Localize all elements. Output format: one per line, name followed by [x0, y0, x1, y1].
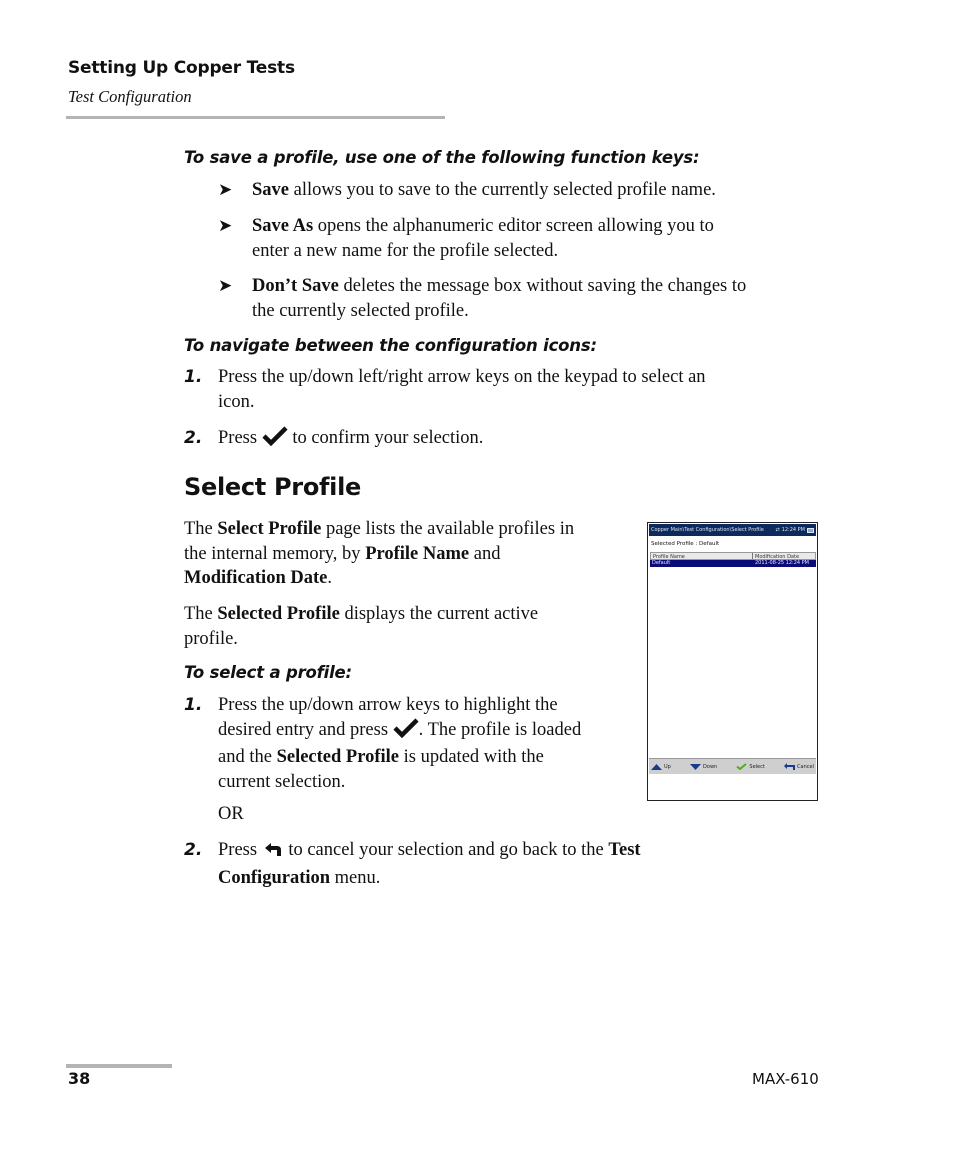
header-divider [66, 116, 445, 119]
back-arrow-icon [262, 840, 284, 866]
step-text: Press [218, 428, 262, 448]
battery-icon [807, 527, 814, 533]
checkmark-icon [736, 763, 748, 770]
bullet-desc: allows you to save to the currently sele… [289, 180, 716, 200]
down-arrow-icon [690, 763, 702, 770]
cancel-key[interactable]: Cancel [784, 763, 814, 770]
up-key[interactable]: Up [651, 763, 671, 770]
bullet-desc-cont: enter a new name for the profile selecte… [252, 240, 559, 261]
checkmark-icon [393, 717, 419, 746]
text: The [184, 604, 218, 624]
text: profile. [184, 628, 238, 649]
select-step-2: Press to cancel your selection and go ba… [218, 838, 738, 890]
key-label: Up [664, 763, 671, 770]
device-clock: 12:24 PM [781, 527, 805, 533]
back-arrow-icon [784, 763, 796, 770]
navigate-step-2: Press to confirm your selection. [218, 426, 483, 454]
bullet-desc: deletes the message box without saving t… [338, 276, 747, 296]
up-arrow-icon [651, 763, 662, 770]
device-table-header: Profile Name Modification Date [650, 552, 816, 560]
step-number: 1. [184, 695, 203, 715]
term: Selected Profile [217, 604, 340, 624]
step-text: Press the up/down left/right arrow keys … [218, 367, 706, 387]
select-procedure-heading: To select a profile: [184, 663, 352, 682]
step-text: Press [218, 840, 262, 860]
selected-profile-paragraph: The Selected Profile displays the curren… [184, 602, 634, 651]
key-label: Select [749, 763, 765, 770]
product-name: MAX-610 [752, 1070, 819, 1088]
table-row[interactable]: Default 2011-08-25 12:24 PM [650, 560, 816, 567]
device-function-key-bar: Up Down Select Cancel [649, 758, 816, 774]
step-text: and the [218, 747, 277, 767]
chapter-title: Setting Up Copper Tests [68, 58, 295, 78]
bullet-save-as: Save As opens the alphanumeric editor sc… [252, 214, 827, 263]
navigate-heading: To navigate between the configuration ic… [184, 336, 597, 355]
intro-paragraph: The Select Profile page lists the availa… [184, 517, 634, 591]
term: Profile Name [365, 543, 470, 564]
text: The [184, 519, 218, 539]
text: . [327, 568, 332, 588]
text: the internal memory, by [184, 543, 366, 564]
device-status-area: ⇄ 12:24 PM [775, 524, 814, 536]
page-number: 38 [68, 1069, 91, 1088]
save-profile-heading: To save a profile, use one of the follow… [184, 148, 700, 167]
step-text: desired entry and press [218, 719, 393, 740]
footer-divider [66, 1064, 172, 1068]
key-label: Down [703, 763, 718, 770]
term: Modification Date [184, 568, 328, 588]
step-text: to cancel your selection and go back to … [283, 840, 609, 860]
step-text: current selection. [218, 771, 346, 792]
bullet-dont-save: Don’t Save deletes the message box witho… [252, 274, 827, 323]
modification-date-cell: 2011-08-25 12:24 PM [755, 560, 809, 566]
column-header-profile-name[interactable]: Profile Name [651, 553, 753, 560]
step-number: 2. [184, 840, 203, 860]
term: Select Profile [217, 519, 322, 539]
step-text: is updated with the [399, 747, 544, 767]
select-step-1: Press the up/down arrow keys to highligh… [218, 693, 638, 794]
device-title-bar: Copper Main\Test Configuration\Select Pr… [649, 524, 816, 536]
section-heading: Select Profile [184, 473, 362, 501]
step-text: to confirm your selection. [287, 428, 484, 448]
step-text: Press the up/down arrow keys to highligh… [218, 695, 558, 715]
text: page lists the available profiles in [321, 519, 575, 539]
bullet-arrow-icon: ➤ [218, 216, 233, 235]
text: and [469, 543, 501, 564]
select-key[interactable]: Select [736, 763, 765, 770]
navigate-step-1: Press the up/down left/right arrow keys … [218, 365, 706, 414]
down-key[interactable]: Down [690, 763, 718, 770]
device-breadcrumb: Copper Main\Test Configuration\Select Pr… [651, 527, 764, 533]
device-selected-profile: Selected Profile : Default [651, 541, 720, 547]
bullet-desc-cont: the currently selected profile. [252, 300, 469, 321]
text: displays the current active [339, 604, 539, 624]
or-separator: OR [218, 804, 244, 824]
term: Test [608, 840, 641, 860]
checkmark-icon [262, 426, 288, 454]
device-screenshot: Copper Main\Test Configuration\Select Pr… [647, 522, 818, 801]
bullet-arrow-icon: ➤ [218, 276, 233, 295]
bullet-save: Save allows you to save to the currently… [252, 178, 827, 203]
key-label: Cancel [797, 763, 814, 770]
device-profile-table: Profile Name Modification Date Default 2… [650, 552, 816, 567]
step-text-cont: icon. [218, 391, 255, 412]
section-title: Test Configuration [68, 87, 192, 106]
bullet-arrow-icon: ➤ [218, 180, 233, 199]
bullet-term: Don’t Save [252, 276, 339, 296]
term: Configuration [218, 867, 331, 888]
connection-icon: ⇄ [775, 527, 780, 533]
column-header-modification-date[interactable]: Modification Date [753, 553, 815, 560]
bullet-term: Save [252, 180, 289, 200]
bullet-term: Save As [252, 216, 314, 236]
step-text: menu. [330, 867, 381, 888]
bullet-desc: opens the alphanumeric editor screen all… [313, 216, 714, 236]
step-number: 2. [184, 428, 203, 448]
step-number: 1. [184, 367, 203, 387]
step-text: . The profile is loaded [418, 719, 582, 740]
profile-name-cell: Default [652, 560, 671, 566]
term: Selected Profile [276, 747, 399, 767]
